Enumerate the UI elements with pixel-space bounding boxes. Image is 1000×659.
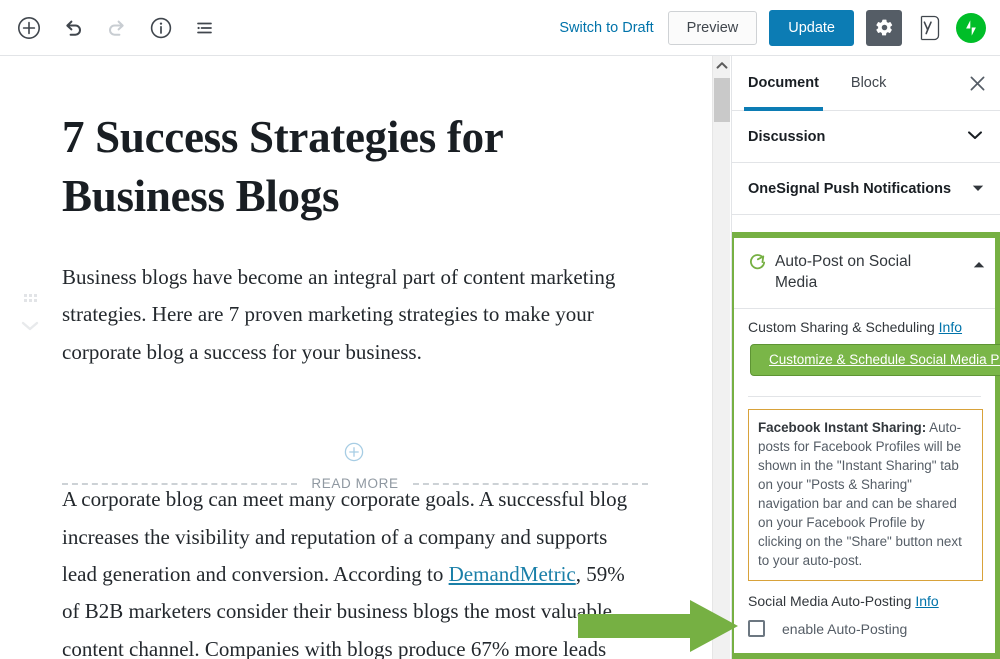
refresh-share-icon xyxy=(748,253,767,277)
chevron-up-small-icon[interactable] xyxy=(973,256,985,274)
enable-autoposting-label: enable Auto-Posting xyxy=(782,620,908,637)
tab-document-label: Document xyxy=(748,75,819,91)
undo-icon[interactable] xyxy=(56,11,90,45)
page-title[interactable]: 7 Success Strategies for Business Blogs xyxy=(62,108,562,225)
custom-sharing-info-link[interactable]: Info xyxy=(939,319,962,335)
autopost-panel: Auto-Post on Social Media Custom Sharing… xyxy=(734,238,1000,653)
chevron-down-icon[interactable] xyxy=(966,128,984,146)
tab-block[interactable]: Block xyxy=(835,56,902,110)
sidebar-panel-discussion[interactable]: Discussion xyxy=(732,111,1000,163)
wordpress-block-editor: Switch to Draft Preview Update 7 Success… xyxy=(0,0,1000,659)
autopost-panel-header[interactable]: Auto-Post on Social Media xyxy=(734,238,995,309)
redo-icon[interactable] xyxy=(100,11,134,45)
onesignal-panel-title: OneSignal Push Notifications xyxy=(748,180,952,197)
editor-toolbar: Switch to Draft Preview Update xyxy=(0,0,1000,56)
facebook-note-body: Auto-posts for Facebook Profiles will be… xyxy=(758,419,962,569)
customize-schedule-button[interactable]: Customize & Schedule Social Media Posts xyxy=(750,343,1000,376)
preview-button[interactable]: Preview xyxy=(667,10,758,45)
enable-autoposting-row: enable Auto-Posting xyxy=(748,620,983,638)
read-more-label: READ MORE xyxy=(311,476,399,491)
autopost-highlight-box: Auto-Post on Social Media Custom Sharing… xyxy=(732,232,1000,659)
facebook-instant-sharing-note: Facebook Instant Sharing: Auto-posts for… xyxy=(748,408,983,582)
toolbar-left-group xyxy=(0,11,222,45)
chevron-down-small-icon[interactable] xyxy=(972,180,984,198)
block-mover-controls[interactable] xyxy=(16,294,44,339)
custom-sharing-section: Custom Sharing & Scheduling Info Customi… xyxy=(734,309,1000,384)
custom-sharing-label: Custom Sharing & Scheduling Info xyxy=(748,319,983,335)
post-content: 7 Success Strategies for Business Blogs … xyxy=(0,56,712,659)
enable-autoposting-checkbox[interactable] xyxy=(748,620,765,638)
read-more-rule-left xyxy=(62,482,298,485)
inline-inserter-icon[interactable] xyxy=(344,442,364,462)
tab-document[interactable]: Document xyxy=(732,56,835,111)
paragraph-block-1[interactable]: Business blogs have become an integral p… xyxy=(62,259,632,371)
gear-icon[interactable] xyxy=(866,9,902,46)
autoposting-label: Social Media Auto-Posting Info xyxy=(748,593,983,609)
drag-handle-icon[interactable] xyxy=(16,294,44,302)
autoposting-text: Social Media Auto-Posting xyxy=(748,593,912,610)
yoast-seo-icon[interactable] xyxy=(914,11,944,45)
jetpack-bolt-icon[interactable] xyxy=(956,12,986,43)
scrollbar-thumb[interactable] xyxy=(714,78,730,122)
custom-sharing-text: Custom Sharing & Scheduling xyxy=(748,318,935,335)
demandmetric-link[interactable]: DemandMetric xyxy=(449,562,576,586)
scroll-up-icon[interactable] xyxy=(713,56,730,74)
read-more-block[interactable]: READ MORE xyxy=(62,476,649,491)
facebook-note-title: Facebook Instant Sharing: xyxy=(758,419,927,435)
update-button[interactable]: Update xyxy=(769,9,854,46)
close-icon[interactable] xyxy=(954,56,1000,110)
social-media-autoposting-section: Social Media Auto-Posting Info enable Au… xyxy=(734,581,995,638)
read-more-rule-right xyxy=(412,482,649,485)
settings-sidebar: Document Block Discussion OneSignal Push… xyxy=(731,56,1000,659)
block-navigation-icon[interactable] xyxy=(188,11,222,45)
sidebar-panel-onesignal[interactable]: OneSignal Push Notifications xyxy=(732,163,1000,215)
toolbar-right-group: Switch to Draft Preview Update xyxy=(557,9,1000,46)
content-info-icon[interactable] xyxy=(144,11,178,45)
switch-to-draft-button[interactable]: Switch to Draft xyxy=(557,16,655,40)
sidebar-tabs: Document Block xyxy=(732,56,1000,111)
editor-canvas[interactable]: 7 Success Strategies for Business Blogs … xyxy=(0,56,712,659)
paragraph-block-2[interactable]: A corporate blog can meet many corporate… xyxy=(62,481,632,659)
add-block-icon[interactable] xyxy=(12,11,46,45)
tab-block-label: Block xyxy=(850,75,887,91)
discussion-panel-title: Discussion xyxy=(748,128,826,145)
autoposting-info-link[interactable]: Info xyxy=(915,593,938,609)
move-down-icon[interactable] xyxy=(16,318,44,339)
autopost-panel-title: Auto-Post on Social Media xyxy=(775,253,912,291)
editor-scrollbar[interactable] xyxy=(712,56,730,659)
section-divider xyxy=(748,395,981,397)
